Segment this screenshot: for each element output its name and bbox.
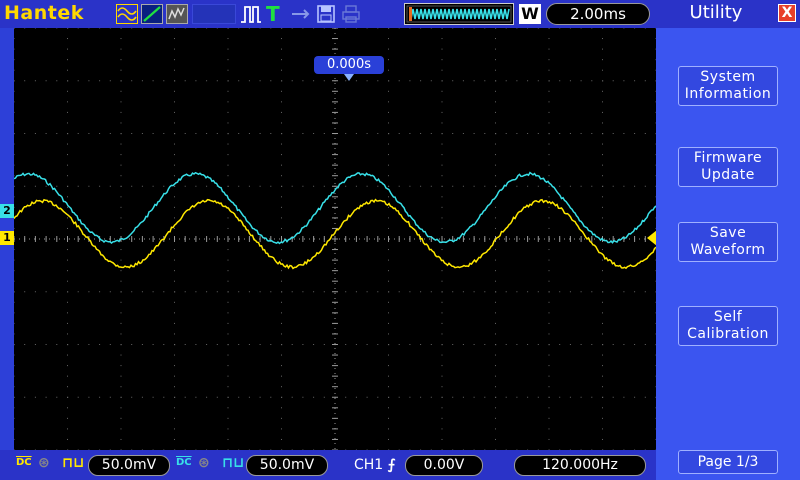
ch2-coupling-icon: DC	[176, 457, 192, 468]
ch1-probe-icon: ⊓⊔	[62, 455, 85, 471]
brand-logo: Hantek	[4, 2, 84, 24]
ch1-volts-div[interactable]: 50.0mV	[88, 455, 170, 476]
ch2-bw-limit-icon: ⊛	[198, 455, 210, 471]
trigger-position-marker[interactable]	[344, 74, 354, 81]
w-badge: W	[519, 4, 541, 24]
button-label-line2: Waveform	[690, 242, 766, 258]
save-disk-icon[interactable]	[316, 4, 336, 24]
ch2-probe-icon: ⊓⊔	[222, 455, 245, 471]
trigger-source[interactable]: CH1 ⨍	[354, 457, 396, 473]
rising-edge-icon: ⨍	[387, 457, 396, 473]
printer-icon[interactable]	[340, 4, 362, 24]
timebase-readout[interactable]: 2.00ms	[546, 3, 650, 25]
button-label-line1: System	[700, 69, 756, 85]
button-label-line2: Information	[684, 86, 772, 102]
ch1-coupling-icon: DC	[16, 457, 32, 468]
button-label-line1: Save	[709, 225, 747, 241]
pulse-icon[interactable]	[240, 4, 262, 24]
trigger-source-label: CH1	[354, 457, 384, 473]
self-calibration-button[interactable]: Self Calibration	[678, 306, 778, 346]
panel-title: Utility	[689, 2, 743, 23]
button-label-line1: Self	[713, 309, 743, 325]
usb-icon	[290, 4, 312, 24]
ch1-level-marker[interactable]: 1	[0, 231, 14, 245]
memory-depth-indicator	[404, 3, 514, 25]
top-status-bar: Hantek T W 2.00ms	[0, 0, 656, 28]
trigger-status-icon: T	[266, 2, 280, 26]
blank-slot-icon	[192, 4, 236, 24]
page-button[interactable]: Page 1/3	[678, 450, 778, 474]
button-label-line1: Firmware	[693, 150, 763, 166]
graticule	[14, 28, 656, 450]
system-information-button[interactable]: System Information	[678, 66, 778, 106]
trigger-position-readout: 0.000s	[314, 56, 384, 74]
ch2-volts-div[interactable]: 50.0mV	[246, 455, 328, 476]
trigger-level-readout[interactable]: 0.00V	[405, 455, 483, 476]
ch1-bw-limit-icon: ⊛	[38, 455, 50, 471]
sine-wave-icon[interactable]	[116, 4, 138, 24]
bottom-status-bar: DC ⊛ ⊓⊔ 50.0mV DC ⊛ ⊓⊔ 50.0mV CH1 ⨍ 0.00…	[0, 450, 656, 480]
save-waveform-button[interactable]: Save Waveform	[678, 222, 778, 262]
waveform-display: 0.000s	[14, 28, 656, 450]
ramp-icon[interactable]	[141, 4, 163, 24]
utility-menu-panel: Utility X System Information Firmware Up…	[656, 0, 800, 480]
firmware-update-button[interactable]: Firmware Update	[678, 147, 778, 187]
noise-icon[interactable]	[166, 4, 188, 24]
button-label-line2: Calibration	[687, 326, 769, 342]
frequency-readout: 120.000Hz	[514, 455, 646, 476]
panel-header: Utility X	[656, 0, 800, 28]
close-icon[interactable]: X	[778, 4, 796, 22]
ch2-level-marker[interactable]: 2	[0, 204, 14, 218]
button-label-line2: Update	[701, 167, 755, 183]
